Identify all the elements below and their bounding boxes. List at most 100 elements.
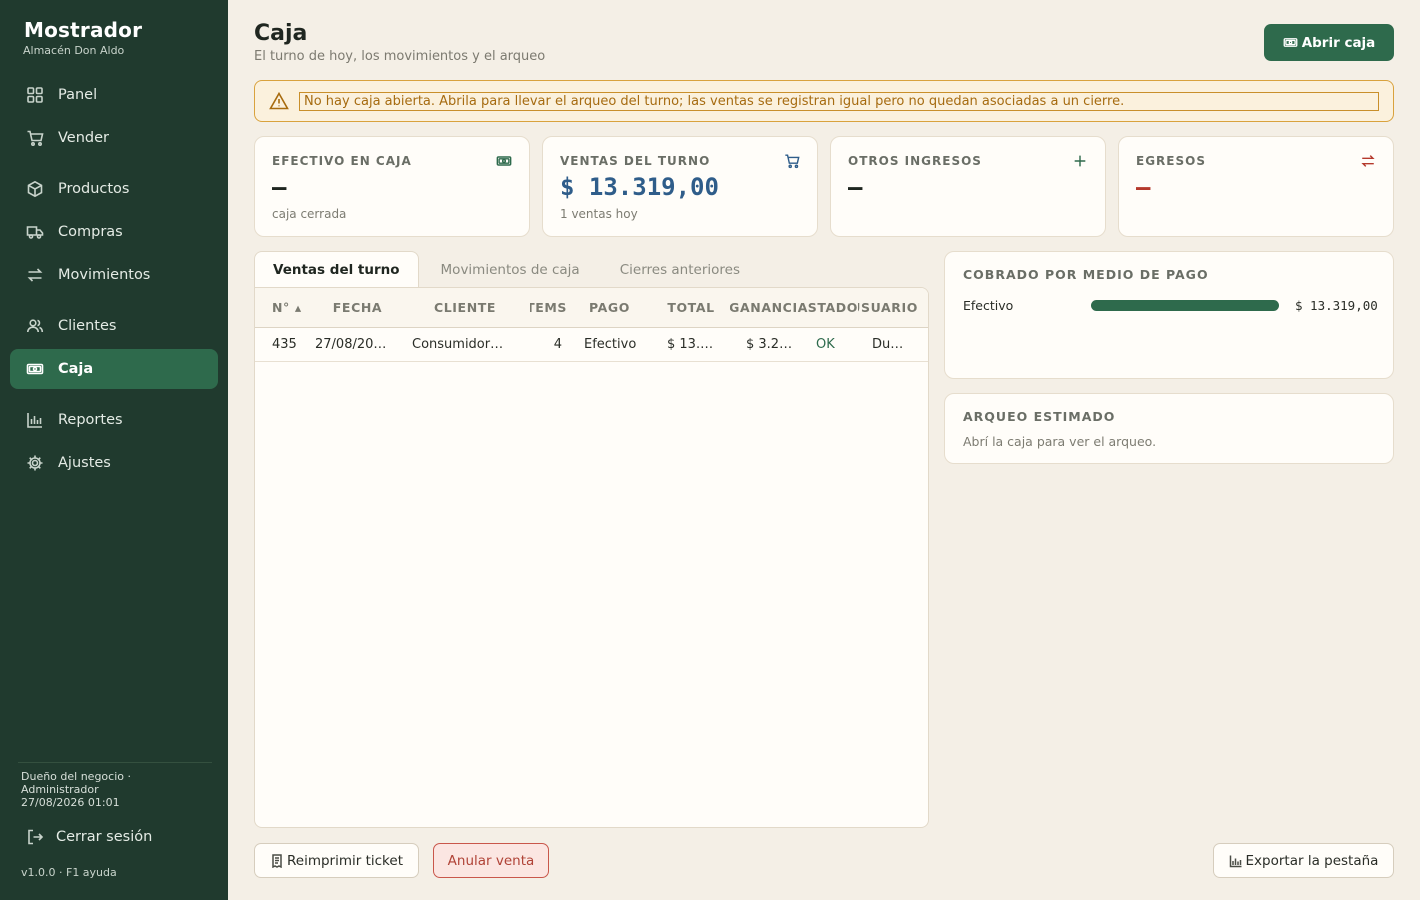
payment-method-card: COBRADO POR MEDIO DE PAGO Efectivo $ 13.… bbox=[944, 251, 1394, 379]
sidebar-item-ajustes[interactable]: Ajustes bbox=[10, 443, 218, 483]
brand-subtitle: Almacén Don Aldo bbox=[23, 44, 125, 57]
column-header-numero[interactable]: N° ▴ bbox=[255, 300, 315, 315]
tab-ventas-del-turno[interactable]: Ventas del turno bbox=[254, 251, 419, 288]
sidebar-item-panel[interactable]: Panel bbox=[10, 75, 218, 115]
logout-icon bbox=[28, 829, 44, 845]
arqueo-card: ARQUEO ESTIMADO Abrí la caja para ver el… bbox=[944, 393, 1394, 464]
box-icon bbox=[26, 180, 44, 198]
version-info: v1.0.0 · F1 ayuda bbox=[21, 866, 117, 879]
column-header-fecha[interactable]: FECHA bbox=[315, 300, 400, 315]
stat-value: $ 13.319,00 bbox=[560, 173, 719, 201]
page-title: Caja bbox=[254, 21, 308, 46]
sidebar-item-caja[interactable]: Caja bbox=[10, 349, 218, 389]
open-register-label: Abrir caja bbox=[1301, 34, 1376, 51]
stat-label: OTROS INGRESOS bbox=[848, 154, 982, 168]
cash-icon bbox=[1283, 38, 1298, 47]
user-info: Dueño del negocio · Administrador 27/08/… bbox=[21, 770, 131, 809]
sidebar-item-label: Ajustes bbox=[58, 455, 111, 471]
cash-icon bbox=[26, 360, 44, 378]
cell-pago: Efectivo bbox=[584, 337, 637, 352]
sidebar-item-compras[interactable]: Compras bbox=[10, 212, 218, 252]
table-row[interactable]: 435 27/08/20… Consumidor… 4 Efectivo $ 1… bbox=[255, 328, 928, 362]
bar-chart-icon bbox=[26, 411, 44, 429]
plus-icon bbox=[1072, 153, 1088, 169]
column-header-cliente[interactable]: CLIENTE bbox=[400, 300, 530, 315]
cell-numero: 435 bbox=[272, 337, 297, 352]
column-header-items[interactable]: ÍTEMS bbox=[530, 300, 567, 315]
column-header-total[interactable]: TOTAL bbox=[652, 300, 730, 315]
sidebar-item-label: Panel bbox=[58, 87, 98, 103]
brand: Mostrador Almacén Don Aldo bbox=[23, 18, 143, 57]
cash-icon bbox=[496, 153, 512, 169]
sidebar-item-label: Compras bbox=[58, 224, 123, 240]
warning-icon bbox=[269, 91, 289, 110]
user-datetime: 27/08/2026 01:01 bbox=[21, 796, 120, 809]
warning-alert: No hay caja abierta. Abrila para llevar … bbox=[254, 80, 1394, 122]
sidebar-item-reportes[interactable]: Reportes bbox=[10, 400, 218, 440]
cell-estado: OK bbox=[816, 337, 835, 352]
cell-cliente: Consumidor… bbox=[412, 337, 504, 352]
column-header-pago[interactable]: PAGO bbox=[567, 300, 652, 315]
stat-value: — bbox=[272, 173, 287, 201]
stat-card-otros-ingresos: OTROS INGRESOS — bbox=[830, 136, 1106, 237]
sidebar-item-movimientos[interactable]: Movimientos bbox=[10, 255, 218, 295]
brand-title: Mostrador bbox=[24, 18, 143, 42]
sidebar-item-label: Clientes bbox=[58, 318, 117, 334]
cell-items: 4 bbox=[553, 337, 562, 352]
sales-table: N° ▴ FECHA CLIENTE ÍTEMS PAGO TOTAL GANA… bbox=[254, 287, 929, 828]
logout-label: Cerrar sesión bbox=[56, 829, 153, 845]
payment-method-bar bbox=[1091, 300, 1279, 311]
cell-usuario: Du… bbox=[872, 337, 904, 352]
column-header-ganancia[interactable]: GANANCIA bbox=[730, 300, 808, 315]
cell-total: $ 13.… bbox=[667, 337, 714, 352]
payment-method-label: Efectivo bbox=[963, 298, 1014, 313]
user-role: Dueño del negocio · bbox=[21, 770, 131, 783]
payment-method-amount: $ 13.319,00 bbox=[1295, 298, 1378, 313]
export-tab-button[interactable]: Exportar la pestaña bbox=[1213, 843, 1394, 878]
swap-icon bbox=[1360, 153, 1376, 169]
void-sale-button[interactable]: Anular venta bbox=[433, 843, 549, 878]
page-subtitle: El turno de hoy, los movimientos y el ar… bbox=[254, 49, 546, 64]
stat-value: — bbox=[848, 173, 863, 201]
sidebar-item-productos[interactable]: Productos bbox=[10, 169, 218, 209]
swap-icon bbox=[26, 266, 44, 284]
tab-bar: Ventas del turno Movimientos de caja Cie… bbox=[254, 251, 762, 288]
sidebar-item-label: Reportes bbox=[58, 412, 123, 428]
cell-ganancia: $ 3.2… bbox=[746, 337, 793, 352]
stat-label: EFECTIVO EN CAJA bbox=[272, 154, 412, 168]
user-name: Administrador bbox=[21, 783, 99, 796]
truck-icon bbox=[26, 223, 44, 241]
stat-foot: 1 ventas hoy bbox=[560, 207, 638, 221]
stat-card-efectivo: EFECTIVO EN CAJA — caja cerrada bbox=[254, 136, 530, 237]
stat-label: VENTAS DEL TURNO bbox=[560, 154, 711, 168]
stat-card-ventas: VENTAS DEL TURNO $ 13.319,00 1 ventas ho… bbox=[542, 136, 818, 237]
sidebar-divider bbox=[18, 762, 212, 763]
sidebar-item-label: Productos bbox=[58, 181, 130, 197]
sidebar: Mostrador Almacén Don Aldo Panel Vender … bbox=[0, 0, 228, 900]
arqueo-text: Abrí la caja para ver el arqueo. bbox=[963, 434, 1157, 449]
grid-icon bbox=[26, 86, 44, 104]
logout-button[interactable]: Cerrar sesión bbox=[10, 818, 218, 856]
card-title: ARQUEO ESTIMADO bbox=[963, 409, 1116, 424]
stat-label: EGRESOS bbox=[1136, 154, 1206, 168]
cell-fecha: 27/08/20… bbox=[315, 337, 387, 352]
card-title: COBRADO POR MEDIO DE PAGO bbox=[963, 267, 1209, 282]
cart-icon bbox=[26, 129, 44, 147]
tab-movimientos-de-caja[interactable]: Movimientos de caja bbox=[423, 251, 598, 288]
sidebar-item-label: Caja bbox=[58, 361, 94, 377]
sidebar-item-label: Movimientos bbox=[58, 267, 151, 283]
sidebar-item-label: Vender bbox=[58, 130, 109, 146]
sidebar-item-vender[interactable]: Vender bbox=[10, 118, 218, 158]
gear-icon bbox=[26, 454, 44, 472]
stat-value: — bbox=[1136, 173, 1151, 201]
sidebar-item-clientes[interactable]: Clientes bbox=[10, 306, 218, 346]
column-header-estado[interactable]: ESTADO bbox=[808, 300, 858, 315]
alert-text: No hay caja abierta. Abrila para llevar … bbox=[299, 91, 1379, 111]
reprint-ticket-button[interactable]: Reimprimir ticket bbox=[254, 843, 419, 878]
cart-icon bbox=[784, 153, 800, 169]
tab-cierres-anteriores[interactable]: Cierres anteriores bbox=[602, 251, 758, 288]
stat-foot: caja cerrada bbox=[272, 207, 347, 221]
bar-chart-icon bbox=[1229, 855, 1242, 867]
column-header-usuario[interactable]: USUARIO bbox=[858, 300, 918, 315]
open-register-button[interactable]: Abrir caja bbox=[1264, 24, 1394, 61]
